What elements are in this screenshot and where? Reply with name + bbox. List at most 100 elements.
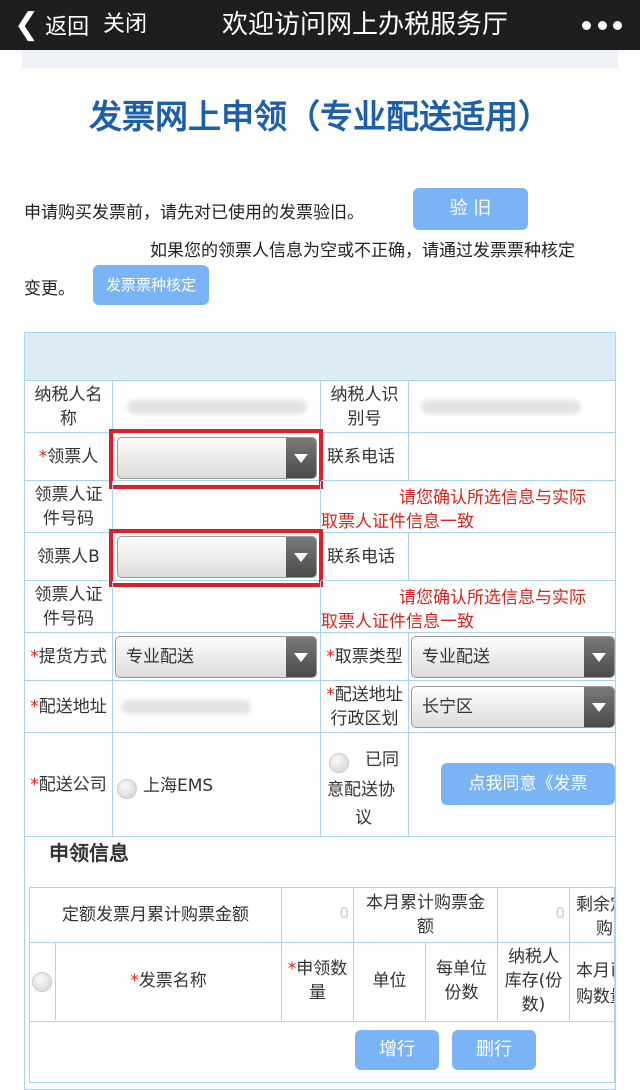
delivery-method-label: * 提货方式: [25, 633, 113, 681]
district-value: 长宁区: [422, 697, 473, 717]
required-mark: *: [30, 774, 39, 795]
notice-verify-text: 申请购买发票前，请先对已使用的发票验旧。: [24, 203, 364, 223]
apply-section-title: 申领信息: [49, 841, 129, 865]
required-mark: *: [38, 446, 48, 467]
collector-b-select[interactable]: [117, 536, 317, 578]
collector-label: * 领票人: [25, 433, 113, 481]
verify-old-invoice-button[interactable]: 验 旧: [413, 188, 528, 230]
select-all-checkbox[interactable]: [32, 972, 52, 992]
required-mark: *: [30, 696, 39, 717]
agree-checkbox[interactable]: [329, 753, 349, 773]
taxpayer-id-value: [409, 381, 615, 433]
taxpayer-id-label: 纳税人识 别号: [321, 381, 409, 433]
confirm-note-b-line2: 取票人证件信息一致: [321, 612, 474, 632]
back-button[interactable]: ❮ 返回: [14, 8, 89, 42]
col-unit: 单位: [354, 942, 426, 1020]
company-label-text: 配送公司: [38, 774, 107, 795]
pickup-type-select[interactable]: 专业配送: [411, 636, 615, 678]
remaining-label-line2: 购: [596, 919, 613, 939]
form-heading: 发票网上申领（专业配送适用）: [89, 97, 551, 136]
delivery-method-cell: 专业配送: [113, 633, 321, 681]
close-button[interactable]: 关闭: [103, 8, 147, 42]
phone-b-value: [409, 533, 615, 581]
col-month-line2: 购数量: [576, 987, 614, 1007]
notice-change-text: 变更。: [24, 279, 75, 299]
dropdown-arrow-icon: [286, 537, 316, 577]
collector-id-label: 领票人证 件号码: [25, 481, 113, 533]
form-header-band: [25, 333, 615, 381]
address-value: [113, 681, 321, 733]
collector-b-label: 领票人B: [25, 533, 113, 581]
fixed-amount-label: 定额发票月累计购票金额: [30, 888, 282, 942]
remaining-label-line1: 剩余定: [576, 895, 614, 915]
remaining-label: 剩余定 购: [570, 888, 614, 942]
collector-select[interactable]: [117, 437, 317, 479]
district-cell: 长宁区: [409, 681, 615, 733]
address-label: * 配送地址: [25, 681, 113, 733]
delivery-method-value: 专业配送: [126, 647, 194, 667]
confirm-note: 请您确认所选信息与实际 取票人证件信息一致: [321, 481, 615, 533]
dropdown-arrow-icon: [584, 637, 614, 677]
col-stock: 纳税人库存(份数): [498, 942, 570, 1020]
back-label: 返回: [45, 15, 90, 40]
delivery-method-select[interactable]: 专业配送: [115, 636, 317, 678]
taxpayer-name-label: 纳税人名称: [25, 381, 113, 433]
amount-summary-row: 定额发票月累计购票金额 0 本月累计购票金额 0 剩余定 购: [29, 887, 615, 943]
add-row-button[interactable]: 增行: [355, 1030, 439, 1070]
collector-b-id-label-line2: 件号码: [43, 608, 94, 629]
agree-text-line1: 已同: [365, 750, 399, 770]
top-strip: [22, 50, 618, 68]
col-per-unit-line1: 每单位: [436, 959, 487, 979]
col-apply-qty-line2: 量: [309, 983, 326, 1003]
col-month-bought: 本月已 购数量: [570, 942, 614, 1020]
month-amount-number: 0: [555, 904, 565, 922]
required-mark: *: [30, 646, 39, 667]
required-mark: *: [130, 971, 139, 991]
collector-b-id-label: 领票人证 件号码: [25, 581, 113, 633]
taxpayer-name-value: [113, 381, 321, 433]
month-amount-value: 0: [498, 888, 570, 942]
top-nav-bar: ❮ 返回 关闭 欢迎访问网上办税服务厅: [0, 0, 640, 50]
invoice-type-verify-button[interactable]: 发票票种核定: [93, 265, 209, 305]
agree-button-cell: 点我同意《发票: [409, 733, 615, 837]
taxpayer-id-label-line1: 纳税人识: [330, 384, 399, 405]
agree-cell: 已同 意配送协 议: [321, 733, 409, 837]
invoice-application-form: 纳税人名称 纳税人识 别号 * 领票人 联系电话 领票人证 件号码 请您确认所选信息与…: [24, 332, 616, 1090]
page-content: 发票网上申领（专业配送适用） 申请购买发票前，请先对已使用的发票验旧。 验 旧 …: [0, 50, 640, 1090]
address-label-text: 配送地址: [38, 696, 107, 717]
phone-value: [409, 433, 615, 481]
company-label: * 配送公司: [25, 733, 113, 837]
pickup-type-cell: 专业配送: [409, 633, 615, 681]
required-mark: *: [326, 684, 335, 705]
collector-b-id-label-line1: 领票人证: [34, 584, 103, 605]
col-stock-line1: 纳税人: [507, 947, 559, 967]
dropdown-arrow-icon: [286, 438, 316, 478]
col-stock-line3: 数): [521, 995, 546, 1015]
col-apply-qty: *申领数量: [282, 942, 354, 1020]
district-select[interactable]: 长宁区: [411, 686, 615, 728]
col-stock-line2: 库存(份: [504, 971, 563, 991]
company-option-label: 上海EMS: [143, 776, 214, 796]
confirm-note-line1: 请您确认所选信息与实际: [399, 488, 586, 508]
company-radio[interactable]: [117, 779, 137, 799]
phone-label: 联系电话: [321, 433, 409, 481]
fixed-amount-value: 0: [282, 888, 354, 942]
agree-protocol-button[interactable]: 点我同意《发票: [441, 763, 615, 805]
more-menu-icon[interactable]: [582, 14, 622, 36]
collector-label-text: 领票人: [47, 446, 99, 467]
month-amount-label-line1: 本月累计购票金: [366, 893, 485, 913]
taxpayer-name-label-line1: 纳税人名: [34, 384, 103, 405]
month-amount-label-line2: 额: [417, 917, 434, 937]
delivery-method-label-text: 提货方式: [38, 646, 107, 667]
required-mark: *: [287, 959, 297, 979]
invoice-table-header: *发票名称 *申领数量 单位 每单位份数 纳税人库存(份数) 本月已 购数量: [29, 942, 615, 1022]
delete-row-button[interactable]: 删行: [452, 1030, 536, 1070]
phone-b-label: 联系电话: [321, 533, 409, 581]
fixed-amount-number: 0: [339, 904, 349, 922]
agree-text-line2: 意配送协: [327, 780, 395, 800]
company-cell: 上海EMS: [113, 733, 321, 837]
collector-id-label-line1: 领票人证: [34, 484, 103, 505]
district-label: *配送地址 行政区划: [321, 681, 409, 733]
col-invoice-name-text: 发票名称: [138, 971, 207, 991]
agree-text-line3: 议: [355, 808, 372, 828]
